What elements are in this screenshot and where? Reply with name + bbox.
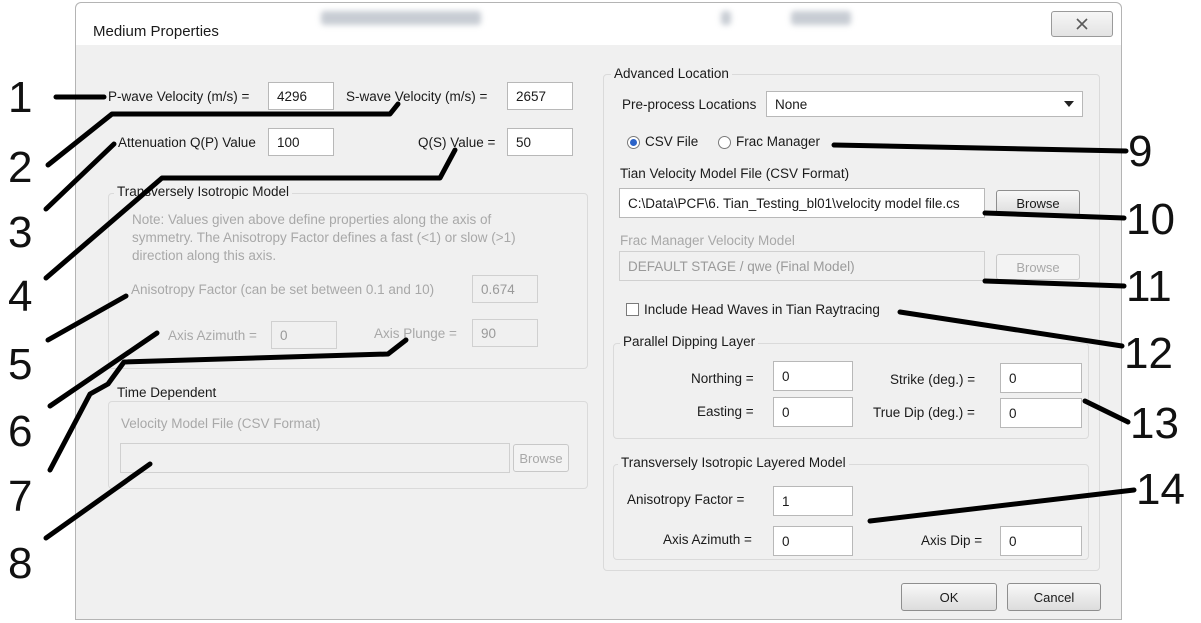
callout-line-11: [982, 278, 1127, 289]
callout-line-4: [43, 147, 458, 281]
callout-number-13: 13: [1130, 399, 1179, 448]
callout-line-3: [43, 141, 117, 212]
callout-number-4: 4: [8, 272, 33, 321]
callout-number-9: 9: [1128, 127, 1153, 176]
callout-number-2: 2: [8, 143, 33, 192]
callout-line-14: [867, 487, 1137, 524]
callout-line-7: [47, 337, 409, 473]
callout-line-10: [982, 210, 1127, 221]
callout-number-3: 3: [8, 208, 33, 257]
callout-line-9: [831, 142, 1129, 154]
callout-number-1: 1: [8, 73, 33, 122]
callout-lines: [43, 94, 1137, 541]
callout-number-10: 10: [1126, 195, 1175, 244]
callout-number-11: 11: [1126, 262, 1172, 311]
callout-number-8: 8: [8, 539, 33, 588]
callout-number-6: 6: [8, 407, 33, 456]
callout-line-6: [47, 330, 160, 409]
callout-line-5: [45, 293, 129, 343]
callout-number-5: 5: [8, 340, 33, 389]
callout-line-8: [43, 461, 153, 541]
callout-number-12: 12: [1124, 329, 1173, 378]
callout-number-14: 14: [1136, 465, 1185, 514]
callout-number-7: 7: [8, 472, 33, 521]
callout-line-12: [897, 309, 1125, 349]
callout-line-13: [1082, 398, 1131, 425]
